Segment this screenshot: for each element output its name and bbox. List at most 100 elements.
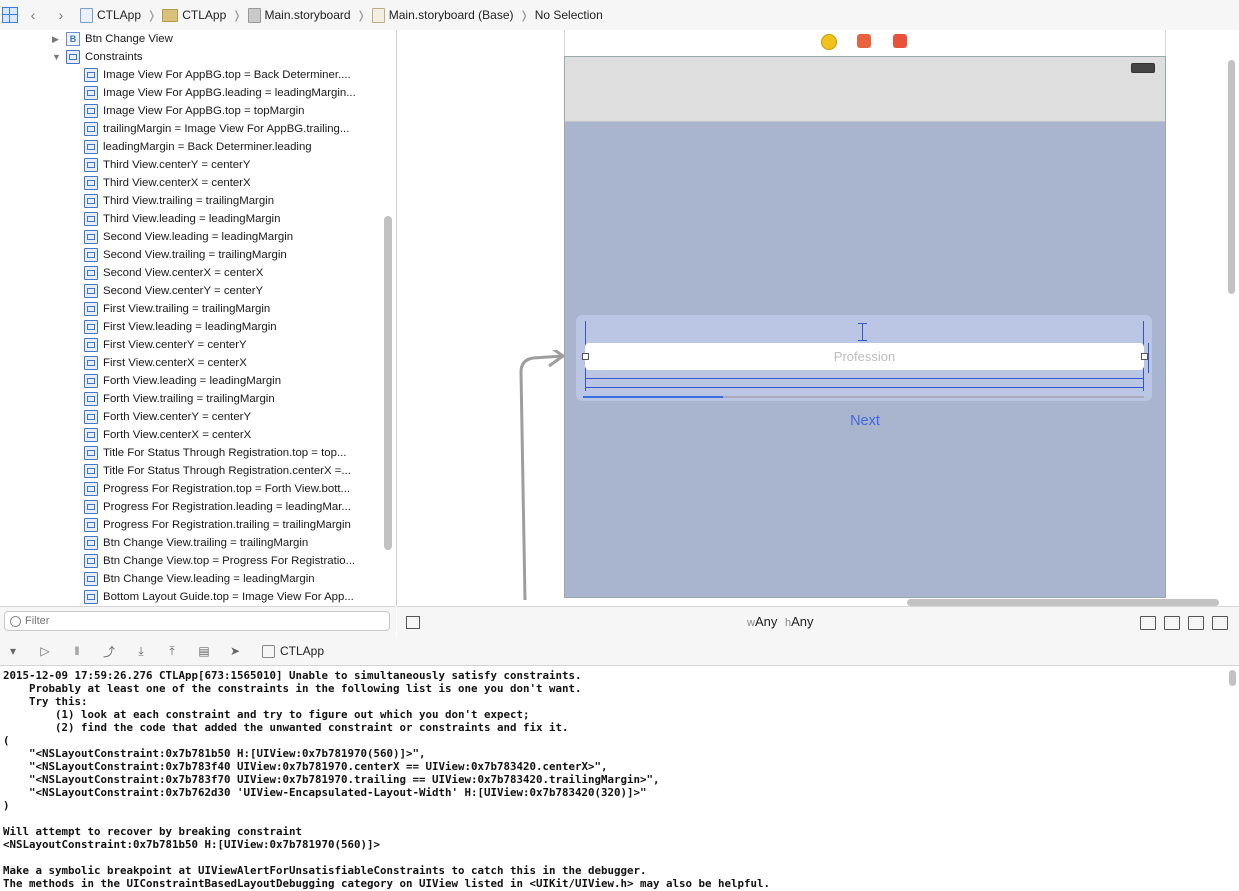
forth-view[interactable]: Profession [576,315,1152,401]
constraint-icon [84,590,98,604]
constraint-item[interactable]: Forth View.centerX = centerX [84,426,396,444]
outline-item-label: Constraints [85,51,143,63]
status-bar-area [565,57,1165,122]
constraint-item[interactable]: First View.centerX = centerX [84,354,396,372]
console-output: 2015-12-09 17:59:26.276 CTLApp[673:15650… [3,669,771,890]
exit-icon[interactable] [893,34,907,48]
constraint-icon [84,122,98,136]
constraint-item[interactable]: Bottom Layout Guide.top = Image View For… [84,588,396,606]
constraint-icon [84,104,98,118]
step-over-icon[interactable]: ⤴ [102,644,116,659]
stack-icon[interactable] [1140,616,1156,630]
constraint-item[interactable]: Forth View.leading = leadingMargin [84,372,396,390]
outline-item-label: First View.leading = leadingMargin [103,321,277,333]
breadcrumb-storyboard[interactable]: Main.storyboard [247,7,351,23]
related-items-grid-icon[interactable] [2,7,18,23]
constraint-item[interactable]: Progress For Registration.top = Forth Vi… [84,480,396,498]
constraint-item[interactable]: Third View.trailing = trailingMargin [84,192,396,210]
constraint-item[interactable]: trailingMargin = Image View For AppBG.tr… [84,120,396,138]
disclosure-down-icon[interactable]: ▼ [52,52,62,62]
constraint-icon [84,482,98,496]
step-into-icon[interactable]: ⤓ [134,644,148,658]
constraint-item[interactable]: Btn Change View.leading = leadingMargin [84,570,396,588]
storyboard-canvas[interactable]: Profession Next [397,30,1239,606]
breadcrumb-project[interactable]: CTLApp [80,7,141,23]
constraint-icon [84,428,98,442]
constraint-item[interactable]: Second View.trailing = trailingMargin [84,246,396,264]
resize-handle[interactable] [1141,353,1148,360]
constraint-guide [585,378,1144,379]
constraint-icon [84,446,98,460]
constraint-item[interactable]: Third View.leading = leadingMargin [84,210,396,228]
constraint-item[interactable]: Forth View.centerY = centerY [84,408,396,426]
constraint-item[interactable]: Second View.leading = leadingMargin [84,228,396,246]
breadcrumb-base-localization[interactable]: Main.storyboard (Base) [371,7,513,23]
constraint-item[interactable]: Btn Change View.top = Progress For Regis… [84,552,396,570]
pin-icon[interactable] [1188,616,1204,630]
debug-console[interactable]: 2015-12-09 17:59:26.276 CTLApp[673:15650… [0,666,1226,891]
toggle-outline-icon[interactable] [406,616,420,629]
debug-target-label[interactable]: CTLApp [280,637,324,665]
constraint-icon [84,410,98,424]
constraint-item[interactable]: First View.leading = leadingMargin [84,318,396,336]
constraint-item[interactable]: Title For Status Through Registration.ce… [84,462,396,480]
breadcrumb-group[interactable]: CTLApp [162,8,226,22]
pause-icon[interactable]: ‖ [70,644,84,658]
constraint-item[interactable]: Second View.centerY = centerY [84,282,396,300]
registration-progress-fill [583,396,723,398]
outline-item-label: Progress For Registration.top = Forth Vi… [103,483,351,495]
constraint-item[interactable]: Progress For Registration.leading = lead… [84,498,396,516]
constraint-item[interactable]: Second View.centerX = centerX [84,264,396,282]
profession-textfield[interactable]: Profession [585,343,1144,370]
constraint-icon [84,176,98,190]
constraint-item[interactable]: Btn Change View.trailing = trailingMargi… [84,534,396,552]
outline-item-label: trailingMargin = Image View For AppBG.tr… [103,123,350,135]
project-file-icon [80,7,93,23]
constraint-item[interactable]: Image View For AppBG.top = topMargin [84,102,396,120]
constraint-icon [84,68,98,82]
disclosure-right-icon[interactable]: ▶ [52,34,62,44]
view-hierarchy-icon[interactable]: ▤ [197,644,211,658]
constraint-item[interactable]: Third View.centerY = centerY [84,156,396,174]
forward-arrow-icon[interactable]: › [52,6,70,24]
hide-debug-area-icon[interactable]: ▾ [6,644,20,658]
first-responder-icon[interactable] [857,34,871,48]
constraint-item[interactable]: Forth View.trailing = trailingMargin [84,390,396,408]
outline-item-constraints-group[interactable]: ▼ Constraints [52,48,396,66]
view-controller-icon[interactable] [821,34,837,50]
resolve-autolayout-icon[interactable] [1212,616,1228,630]
constraint-item[interactable]: Progress For Registration.trailing = tra… [84,516,396,534]
outline-item-btn-change-view[interactable]: ▶ B Btn Change View [52,30,396,48]
size-class-selector[interactable]: wAny hAny [747,607,814,638]
constraint-icon [84,518,98,532]
constraint-item[interactable]: Third View.centerX = centerX [84,174,396,192]
constraint-item[interactable]: leadingMargin = Back Determiner.leading [84,138,396,156]
align-icon[interactable] [1164,616,1180,630]
breadcrumb-selection[interactable]: No Selection [535,8,603,22]
constraint-item[interactable]: Image View For AppBG.leading = leadingMa… [84,84,396,102]
outline-item-label: Forth View.centerY = centerY [103,411,252,423]
breadcrumb-separator-icon: ❭ [232,9,242,22]
constraint-icon [84,338,98,352]
outline-item-label: Bottom Layout Guide.top = Image View For… [103,591,354,603]
breakpoints-icon[interactable]: ▷ [38,644,52,658]
outline-item-label: Forth View.centerX = centerX [103,429,252,441]
filter-icon [10,616,21,627]
next-button[interactable]: Next [565,413,1165,429]
constraint-item[interactable]: First View.centerY = centerY [84,336,396,354]
outline-scrollbar[interactable] [384,216,392,550]
constraint-item[interactable]: First View.trailing = trailingMargin [84,300,396,318]
resize-handle[interactable] [582,353,589,360]
canvas-vertical-scrollbar[interactable] [1228,60,1235,294]
constraint-icon [84,392,98,406]
back-arrow-icon[interactable]: ‹ [24,6,42,24]
view-controller-scene[interactable]: Profession Next [564,56,1166,598]
simulate-location-icon[interactable]: ➤ [228,644,242,658]
step-out-icon[interactable]: ⤒ [165,644,179,658]
constraint-item[interactable]: Title For Status Through Registration.to… [84,444,396,462]
canvas-horizontal-scrollbar[interactable] [907,599,1219,606]
outline-filter-input[interactable] [4,611,390,631]
console-scrollbar[interactable] [1229,670,1236,686]
segue-arrow-icon [519,350,566,601]
constraint-item[interactable]: Image View For AppBG.top = Back Determin… [84,66,396,84]
